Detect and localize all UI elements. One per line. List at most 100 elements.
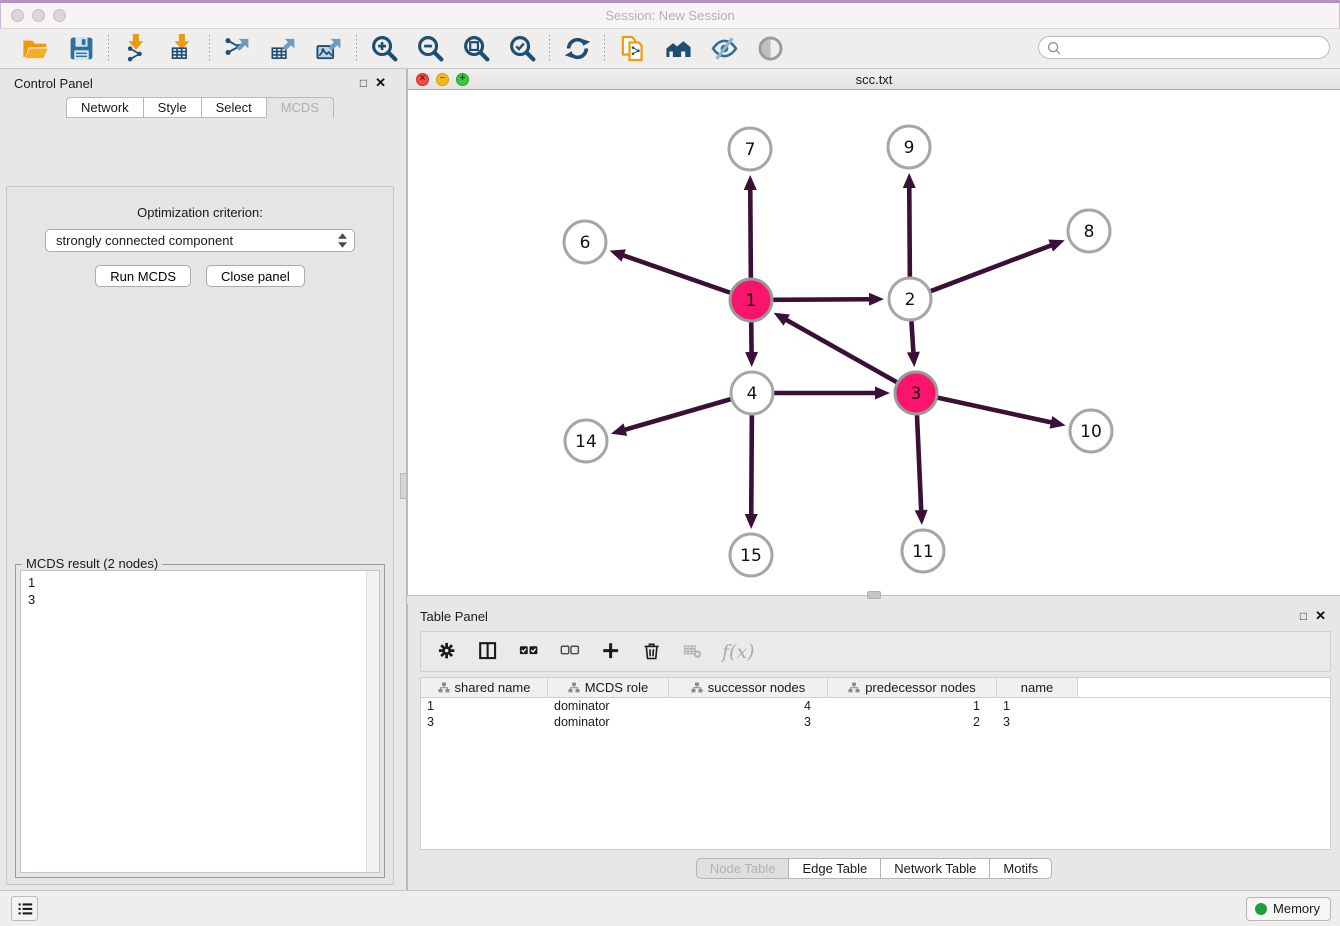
- table-row[interactable]: 1dominator411: [421, 698, 1330, 714]
- search-box[interactable]: [1038, 36, 1330, 59]
- graph-node-3[interactable]: 3: [895, 372, 937, 414]
- graph-node-15[interactable]: 15: [730, 534, 772, 576]
- zoom-out-button[interactable]: [413, 33, 447, 65]
- graph-edge-4-14[interactable]: [611, 399, 731, 436]
- table-settings-button[interactable]: [435, 640, 459, 664]
- graph-node-11[interactable]: 11: [902, 530, 944, 572]
- canvas-resize-handle[interactable]: [867, 591, 881, 599]
- graph-edge-1-4[interactable]: [745, 322, 758, 367]
- hide-graphics-button[interactable]: [707, 33, 741, 65]
- table-cell[interactable]: 3: [421, 714, 548, 730]
- graph-node-7[interactable]: 7: [729, 128, 771, 170]
- control-panel-float-icon[interactable]: □: [360, 76, 367, 90]
- network-graph[interactable]: 7 9 6 8 1 2 4 3 14 10 15 11: [408, 90, 1340, 595]
- zoom-fit-button[interactable]: [459, 33, 493, 65]
- graph-edge-2-9[interactable]: [903, 173, 916, 277]
- table-cell[interactable]: dominator: [548, 698, 669, 714]
- graph-edge-3-10[interactable]: [937, 398, 1065, 429]
- table-panel-close-icon[interactable]: ✕: [1315, 608, 1326, 624]
- graph-edge-1-6[interactable]: [610, 249, 731, 292]
- window-minimize-icon[interactable]: [32, 9, 45, 22]
- graph-node-4[interactable]: 4: [731, 372, 773, 414]
- graph-node-1[interactable]: 1: [730, 279, 772, 321]
- import-table-button[interactable]: [165, 33, 199, 65]
- network-window-titlebar[interactable]: × − + scc.txt: [408, 69, 1340, 90]
- column-header-MCDS-role[interactable]: MCDS role: [548, 678, 669, 697]
- save-session-button[interactable]: [64, 33, 98, 65]
- network-canvas[interactable]: 7 9 6 8 1 2 4 3 14 10 15 11: [408, 90, 1340, 595]
- graph-edge-1-7[interactable]: [744, 175, 757, 278]
- graph-node-9[interactable]: 9: [888, 126, 930, 168]
- deselect-all-columns-button[interactable]: [558, 640, 582, 664]
- network-window-minimize-icon[interactable]: −: [436, 73, 449, 86]
- graph-edge-2-3[interactable]: [907, 321, 920, 367]
- export-image-button[interactable]: [312, 33, 346, 65]
- network-window-zoom-icon[interactable]: +: [456, 73, 469, 86]
- tab-style[interactable]: Style: [143, 97, 201, 118]
- graph-edge-2-8[interactable]: [931, 239, 1065, 291]
- split-view-button[interactable]: [476, 640, 500, 664]
- import-network-button[interactable]: [119, 33, 153, 65]
- refresh-layout-button[interactable]: [560, 33, 594, 65]
- network-window-close-icon[interactable]: ×: [416, 73, 429, 86]
- clone-network-button[interactable]: [615, 33, 649, 65]
- table-cell[interactable]: 1: [828, 698, 997, 714]
- tab-edge-table[interactable]: Edge Table: [788, 858, 880, 879]
- table-panel-float-icon[interactable]: □: [1300, 609, 1307, 623]
- table-cell[interactable]: 1: [421, 698, 548, 714]
- control-panel-title: Control Panel: [14, 76, 93, 91]
- tab-node-table[interactable]: Node Table: [696, 858, 789, 879]
- tab-motifs[interactable]: Motifs: [989, 858, 1052, 879]
- vertical-splitter-grip[interactable]: [400, 473, 407, 499]
- table-cell[interactable]: 2: [828, 714, 997, 730]
- open-session-button[interactable]: [18, 33, 52, 65]
- table-cell[interactable]: 4: [669, 698, 828, 714]
- mcds-result-list[interactable]: 1 3: [21, 571, 366, 872]
- graph-edge-1-2[interactable]: [773, 293, 884, 306]
- show-panels-button[interactable]: [11, 896, 38, 921]
- zoom-in-button[interactable]: [367, 33, 401, 65]
- memory-button[interactable]: Memory: [1246, 897, 1331, 921]
- control-panel-close-icon[interactable]: ✕: [375, 75, 386, 91]
- tab-network[interactable]: Network: [66, 97, 143, 118]
- vertical-splitter[interactable]: [400, 69, 407, 893]
- table-cell[interactable]: 1: [997, 698, 1078, 714]
- first-neighbors-button[interactable]: [661, 33, 695, 65]
- criterion-select[interactable]: strongly connected component: [45, 229, 355, 252]
- tab-mcds[interactable]: MCDS: [266, 97, 334, 118]
- table-cell[interactable]: 3: [997, 714, 1078, 730]
- tab-select[interactable]: Select: [201, 97, 266, 118]
- graph-edge-4-3[interactable]: [774, 387, 890, 400]
- delete-column-button[interactable]: [640, 640, 664, 664]
- graph-node-14[interactable]: 14: [565, 420, 607, 462]
- column-header-predecessor-nodes[interactable]: predecessor nodes: [828, 678, 997, 697]
- main-toolbar: [0, 29, 1340, 69]
- graph-edge-3-1[interactable]: [774, 313, 897, 382]
- table-cell[interactable]: 3: [669, 714, 828, 730]
- graph-node-8[interactable]: 8: [1068, 210, 1110, 252]
- table-row[interactable]: 3dominator323: [421, 714, 1330, 730]
- select-all-columns-button[interactable]: [517, 640, 541, 664]
- table-cell[interactable]: dominator: [548, 714, 669, 730]
- graph-node-2[interactable]: 2: [889, 278, 931, 320]
- graph-node-10[interactable]: 10: [1070, 410, 1112, 452]
- show-graphics-details-button[interactable]: [753, 33, 787, 65]
- graph-edge-3-11[interactable]: [915, 415, 928, 525]
- tab-network-table[interactable]: Network Table: [880, 858, 989, 879]
- run-mcds-button[interactable]: Run MCDS: [95, 265, 191, 287]
- graph-node-6[interactable]: 6: [564, 221, 606, 263]
- result-scrollbar[interactable]: [366, 571, 379, 872]
- column-header-successor-nodes[interactable]: successor nodes: [669, 678, 828, 697]
- window-close-icon[interactable]: [11, 9, 24, 22]
- export-table-button[interactable]: [266, 33, 300, 65]
- export-network-button[interactable]: [220, 33, 254, 65]
- add-column-button[interactable]: [599, 640, 623, 664]
- zoom-selected-button[interactable]: [505, 33, 539, 65]
- graph-edge-4-15[interactable]: [745, 415, 758, 529]
- column-header-name[interactable]: name: [997, 678, 1078, 697]
- search-icon: [1045, 39, 1063, 57]
- close-panel-button[interactable]: Close panel: [206, 265, 305, 287]
- window-zoom-icon[interactable]: [53, 9, 66, 22]
- column-header-shared-name[interactable]: shared name: [421, 678, 548, 697]
- search-input[interactable]: [1063, 39, 1329, 57]
